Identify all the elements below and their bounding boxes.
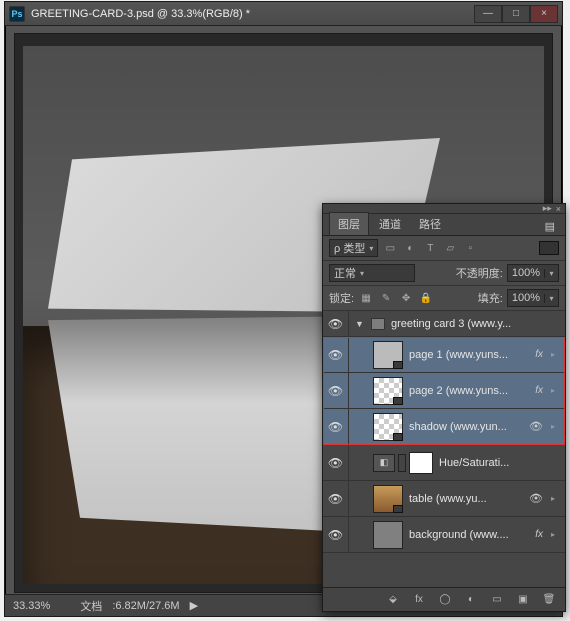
lock-all-icon[interactable]: 🔒 <box>418 291 434 305</box>
tab-paths[interactable]: 路径 <box>411 213 449 235</box>
layer-name[interactable]: shadow (www.yun... <box>409 421 523 433</box>
mask-thumbnail[interactable] <box>409 452 433 474</box>
panel-menu-icon[interactable]: ▤ <box>541 218 559 235</box>
fill-label: 填充: <box>478 290 503 306</box>
smart-object-badge <box>393 433 403 441</box>
layer-row[interactable]: 👁 page 2 (www.yuns... fx ▸ <box>323 373 565 409</box>
filter-shape-icon[interactable]: ▱ <box>442 241 458 255</box>
blend-mode-select[interactable]: 正常 ▾ <box>329 264 415 282</box>
document-title: GREETING-CARD-3.psd @ 33.3%(RGB/8) * <box>31 8 474 20</box>
fx-menu-icon[interactable]: fx <box>411 593 427 607</box>
close-button[interactable]: × <box>530 5 558 23</box>
fx-badge[interactable]: fx <box>535 349 545 360</box>
layer-thumbnail[interactable] <box>373 413 403 441</box>
disclosure-triangle[interactable]: ▼ <box>355 319 365 329</box>
lock-position-icon[interactable]: ✥ <box>398 291 414 305</box>
tab-channels[interactable]: 通道 <box>371 213 409 235</box>
fx-disclosure[interactable]: ▸ <box>551 494 561 503</box>
filter-pixel-icon[interactable]: ▭ <box>382 241 398 255</box>
panel-footer: ⬙ fx ◯ ◐ ▭ ▣ 🗑 <box>323 587 565 611</box>
doc-info-size: :6.82M/27.6M <box>112 600 179 612</box>
filter-text-icon[interactable]: T <box>422 241 438 255</box>
opacity-input[interactable]: 100% ▾ <box>507 264 559 282</box>
panel-close-icon[interactable]: × <box>556 204 561 214</box>
doc-info-menu[interactable]: ▶ <box>190 599 198 612</box>
filter-smart-icon[interactable]: ▫ <box>462 241 478 255</box>
layer-thumbnail[interactable] <box>373 485 403 513</box>
visibility-toggle[interactable]: 👁 <box>323 517 349 552</box>
layer-row[interactable]: 👁 ◧ Hue/Saturati... <box>323 445 565 481</box>
smart-object-badge <box>393 361 403 369</box>
filter-row: ρ 类型 ▾ ▭ ◐ T ▱ ▫ <box>323 236 565 261</box>
layer-thumbnail[interactable] <box>373 341 403 369</box>
opacity-label: 不透明度: <box>456 265 503 281</box>
fill-input[interactable]: 100% ▾ <box>507 289 559 307</box>
fx-disclosure[interactable]: ▸ <box>551 350 561 359</box>
lock-brush-icon[interactable]: ✎ <box>378 291 394 305</box>
layer-list[interactable]: 👁 ▼ greeting card 3 (www.y... 👁 page 1 (… <box>323 311 565 587</box>
group-name[interactable]: greeting card 3 (www.y... <box>391 318 561 330</box>
selected-layers-region: 👁 page 1 (www.yuns... fx ▸ 👁 page 2 (www… <box>323 337 565 445</box>
blend-row: 正常 ▾ 不透明度: 100% ▾ <box>323 261 565 286</box>
panel-tabs: 图层 通道 路径 ▤ <box>323 214 565 236</box>
visibility-toggle[interactable]: 👁 <box>323 445 349 480</box>
delete-layer-icon[interactable]: 🗑 <box>541 593 557 607</box>
titlebar[interactable]: Ps GREETING-CARD-3.psd @ 33.3%(RGB/8) * … <box>5 2 562 26</box>
layers-panel[interactable]: ▸▸ × 图层 通道 路径 ▤ ρ 类型 ▾ ▭ ◐ T ▱ ▫ 正常 ▾ 不透… <box>322 203 566 612</box>
fx-disclosure[interactable]: ▸ <box>551 422 561 431</box>
zoom-level[interactable]: 33.33% <box>13 600 50 612</box>
filter-adjust-icon[interactable]: ◐ <box>402 241 418 255</box>
link-layers-icon[interactable]: ⬙ <box>385 593 401 607</box>
doc-info-label: 文档 <box>80 598 102 614</box>
lock-label: 锁定: <box>329 290 354 306</box>
eye-icon[interactable]: 👁 <box>529 420 545 433</box>
layer-row[interactable]: 👁 background (www.... fx ▸ <box>323 517 565 553</box>
eye-icon[interactable]: 👁 <box>529 492 545 505</box>
layer-name[interactable]: background (www.... <box>409 529 529 541</box>
lock-row: 锁定: ▦ ✎ ✥ 🔒 填充: 100% ▾ <box>323 286 565 311</box>
app-icon: Ps <box>9 6 25 22</box>
fx-badge[interactable]: fx <box>535 529 545 540</box>
visibility-toggle[interactable]: 👁 <box>323 409 349 444</box>
fx-badge[interactable]: fx <box>535 385 545 396</box>
maximize-button[interactable]: □ <box>502 5 530 23</box>
filter-type-select[interactable]: ρ 类型 ▾ <box>329 239 378 257</box>
smart-object-badge <box>393 505 403 513</box>
tab-layers[interactable]: 图层 <box>329 212 369 235</box>
layer-thumbnail[interactable] <box>373 377 403 405</box>
mask-icon[interactable]: ◯ <box>437 593 453 607</box>
layer-row[interactable]: 👁 page 1 (www.yuns... fx ▸ <box>323 337 565 373</box>
layer-name[interactable]: Hue/Saturati... <box>439 457 561 469</box>
new-group-icon[interactable]: ▭ <box>489 593 505 607</box>
new-layer-icon[interactable]: ▣ <box>515 593 531 607</box>
layer-name[interactable]: page 2 (www.yuns... <box>409 385 529 397</box>
minimize-button[interactable]: — <box>474 5 502 23</box>
chevron-down-icon[interactable]: ▾ <box>544 294 558 303</box>
folder-icon <box>371 318 385 330</box>
layer-row[interactable]: 👁 shadow (www.yun... 👁 ▸ <box>323 409 565 445</box>
fx-disclosure[interactable]: ▸ <box>551 530 561 539</box>
collapse-icon[interactable]: ▸▸ <box>543 203 552 214</box>
link-icon <box>398 454 406 472</box>
visibility-toggle[interactable]: 👁 <box>323 481 349 516</box>
layer-row[interactable]: 👁 table (www.yu... 👁 ▸ <box>323 481 565 517</box>
chevron-down-icon: ▾ <box>369 244 373 253</box>
visibility-toggle[interactable]: 👁 <box>323 311 349 336</box>
layer-group[interactable]: 👁 ▼ greeting card 3 (www.y... <box>323 311 565 337</box>
visibility-toggle[interactable]: 👁 <box>323 337 349 372</box>
layer-name[interactable]: table (www.yu... <box>409 493 523 505</box>
lock-pixels-icon[interactable]: ▦ <box>358 291 374 305</box>
chevron-down-icon: ▾ <box>360 269 364 278</box>
filter-toggle[interactable] <box>539 241 559 255</box>
visibility-toggle[interactable]: 👁 <box>323 373 349 408</box>
smart-object-badge <box>393 397 403 405</box>
layer-name[interactable]: page 1 (www.yuns... <box>409 349 529 361</box>
chevron-down-icon[interactable]: ▾ <box>544 269 558 278</box>
adjustment-layer-icon[interactable]: ◐ <box>463 593 479 607</box>
adjustment-icon: ◧ <box>373 454 395 472</box>
fx-disclosure[interactable]: ▸ <box>551 386 561 395</box>
layer-thumbnail[interactable] <box>373 521 403 549</box>
